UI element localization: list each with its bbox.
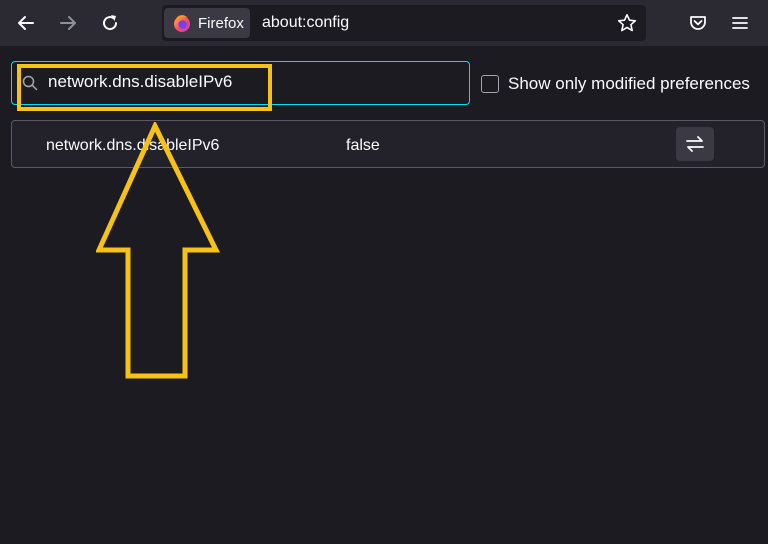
show-modified-toggle[interactable]: Show only modified preferences xyxy=(481,74,750,94)
forward-button[interactable] xyxy=(52,7,84,39)
toggle-button[interactable] xyxy=(676,127,714,161)
firefox-logo-icon xyxy=(174,15,190,32)
identity-box[interactable]: Firefox xyxy=(164,8,250,38)
forward-arrow-icon xyxy=(60,16,76,30)
reload-button[interactable] xyxy=(94,7,126,39)
reload-icon xyxy=(103,15,118,31)
hamburger-menu-icon xyxy=(732,17,748,29)
menu-button[interactable] xyxy=(724,7,756,39)
bookmark-button[interactable] xyxy=(614,10,640,36)
back-arrow-icon xyxy=(18,16,34,30)
show-modified-checkbox[interactable] xyxy=(481,75,499,93)
back-button[interactable] xyxy=(10,7,42,39)
url-text[interactable]: about:config xyxy=(262,14,349,32)
annotation-highlight-box xyxy=(17,64,272,111)
toggle-swap-icon xyxy=(686,136,704,152)
pocket-button[interactable] xyxy=(682,7,714,39)
identity-label: Firefox xyxy=(198,14,244,32)
browser-toolbar: Firefox about:config xyxy=(0,0,768,46)
preference-value: false xyxy=(346,137,380,154)
pocket-icon xyxy=(690,16,706,30)
url-bar[interactable]: Firefox about:config xyxy=(162,5,646,41)
annotation-up-arrow xyxy=(96,122,220,379)
star-icon xyxy=(617,14,637,32)
show-modified-label: Show only modified preferences xyxy=(508,74,750,93)
